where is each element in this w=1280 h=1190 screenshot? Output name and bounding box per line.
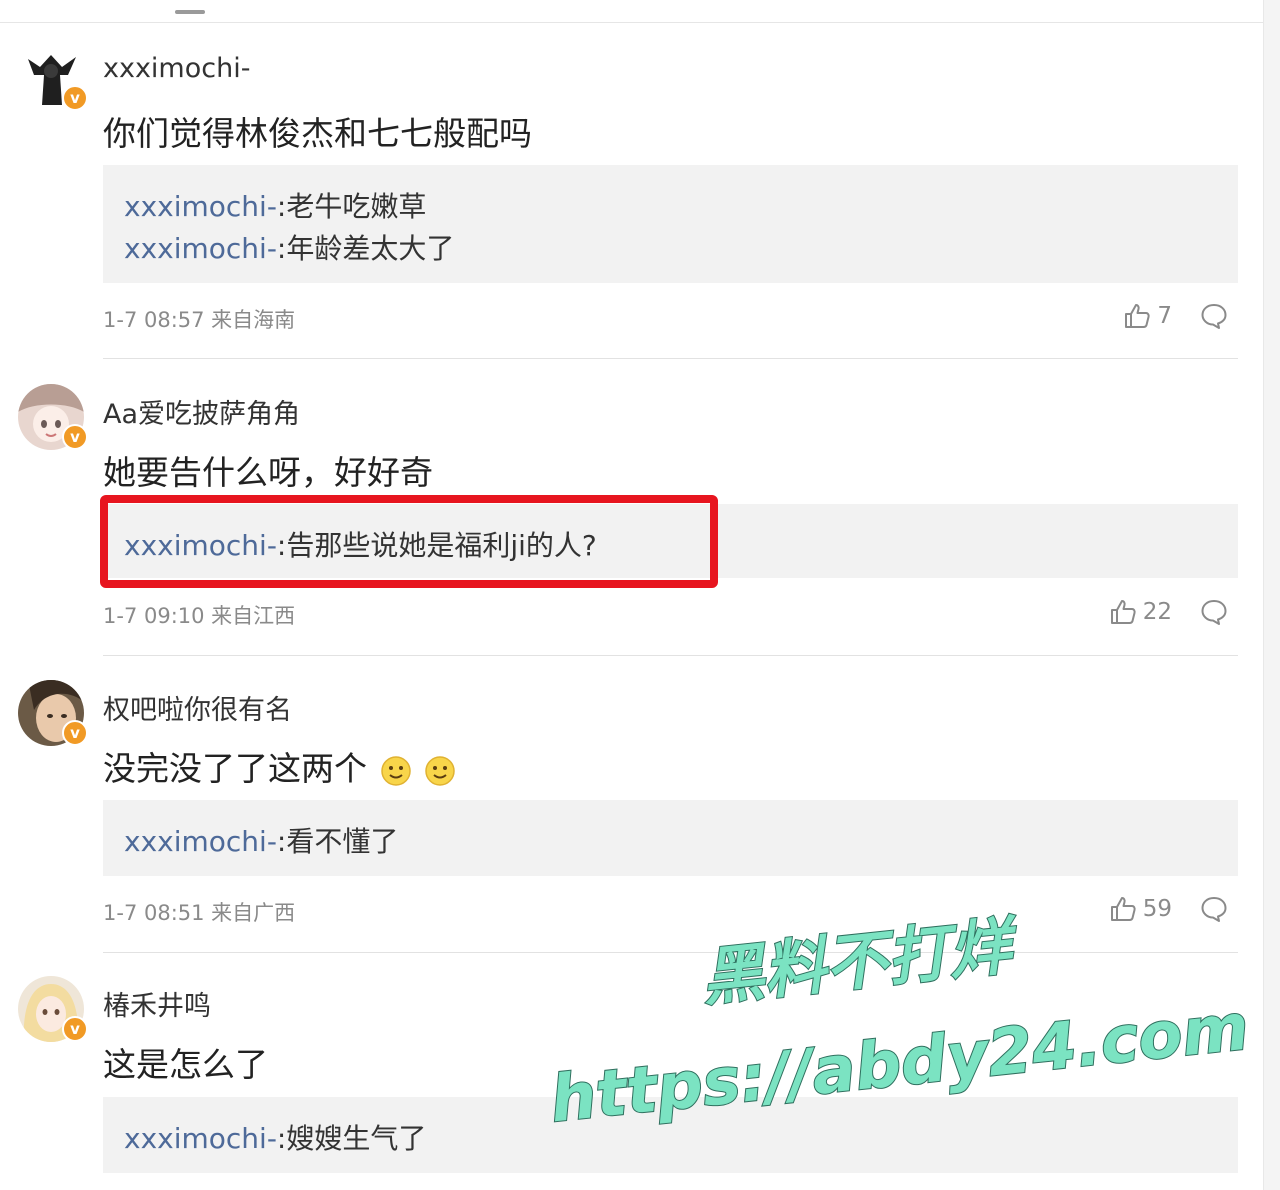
reply-username[interactable]: xxximochi- [124,190,277,223]
reply-box[interactable]: xxximochi-:老牛吃嫩草 xxximochi-:年龄差太大了 [103,165,1238,283]
reply-text: :老牛吃嫩草 [276,190,427,223]
reply-box[interactable]: xxximochi-:看不懂了 [103,800,1238,876]
comment-meta: 1-7 09:10 来自江西 [103,604,296,628]
reply-username[interactable]: xxximochi- [124,825,277,858]
comment-content: 你们觉得林俊杰和七七般配吗 [103,114,532,153]
reply-box[interactable]: xxximochi-:嫂嫂生气了 [103,1097,1238,1173]
reply-username[interactable]: xxximochi- [124,1122,277,1155]
avatar[interactable]: v [18,45,88,111]
comment-bubble-icon[interactable] [1200,302,1228,330]
comment-bubble-icon[interactable] [1200,895,1228,923]
thumbs-up-icon [1110,600,1136,624]
divider [103,358,1238,359]
divider [103,655,1238,656]
reply-text: :年龄差太大了 [276,232,455,265]
comment-meta: 1-7 08:51 来自广西 [103,901,296,925]
comment-username[interactable]: 权吧啦你很有名 [103,688,292,727]
avatar[interactable]: v [18,976,88,1042]
watermark-line1: 黑料不打烊 [698,908,1023,1014]
comment-bubble-icon[interactable] [1200,598,1228,626]
avatar[interactable]: v [18,384,88,450]
like-count: 22 [1142,599,1172,625]
smile-emoji-icon [380,755,411,786]
reply-text: :看不懂了 [276,825,399,858]
avatar[interactable]: v [18,680,88,746]
comment-username[interactable]: 椿禾井鸣 [103,984,211,1023]
comment-username[interactable]: xxximochi- [103,53,250,84]
reply-line: xxximochi-:老牛吃嫩草 [124,185,1238,227]
like-count: 59 [1142,896,1172,922]
reply-line: xxximochi-:嫂嫂生气了 [124,1117,1238,1157]
comment-content: 没完没了了这两个 [103,742,456,790]
like-button[interactable]: 59 [1109,895,1172,923]
comment-content: 她要告什么呀，好好奇 [103,453,433,492]
thumbs-up-icon [1125,304,1150,328]
smile-emoji-icon [425,755,455,786]
reply-line: xxximochi-:看不懂了 [124,820,1238,860]
thumbs-up-icon [1110,897,1136,921]
verified-badge-icon: v [62,424,88,450]
verified-badge-icon: v [62,1016,88,1042]
divider [103,952,1238,953]
comment-username[interactable]: Aa爱吃披萨角角 [103,392,300,431]
reply-line: xxximochi-:年龄差太大了 [124,227,1238,267]
like-button[interactable]: 22 [1109,598,1172,626]
reply-text: :嫂嫂生气了 [276,1122,427,1155]
tab-indicator [175,10,205,14]
like-count: 7 [1157,303,1172,329]
reply-username[interactable]: xxximochi- [124,232,277,265]
comment-content: 这是怎么了 [103,1045,268,1084]
comment-content-text: 没完没了了这两个 [103,749,367,788]
scrollbar[interactable] [1263,0,1280,1190]
top-tab-bar [0,0,1264,23]
comment-meta: 1-7 08:57 来自海南 [103,308,296,332]
verified-badge-icon: v [62,85,88,111]
like-button[interactable]: 7 [1123,302,1172,330]
verified-badge-icon: v [62,720,88,746]
highlight-annotation-box [100,495,718,588]
